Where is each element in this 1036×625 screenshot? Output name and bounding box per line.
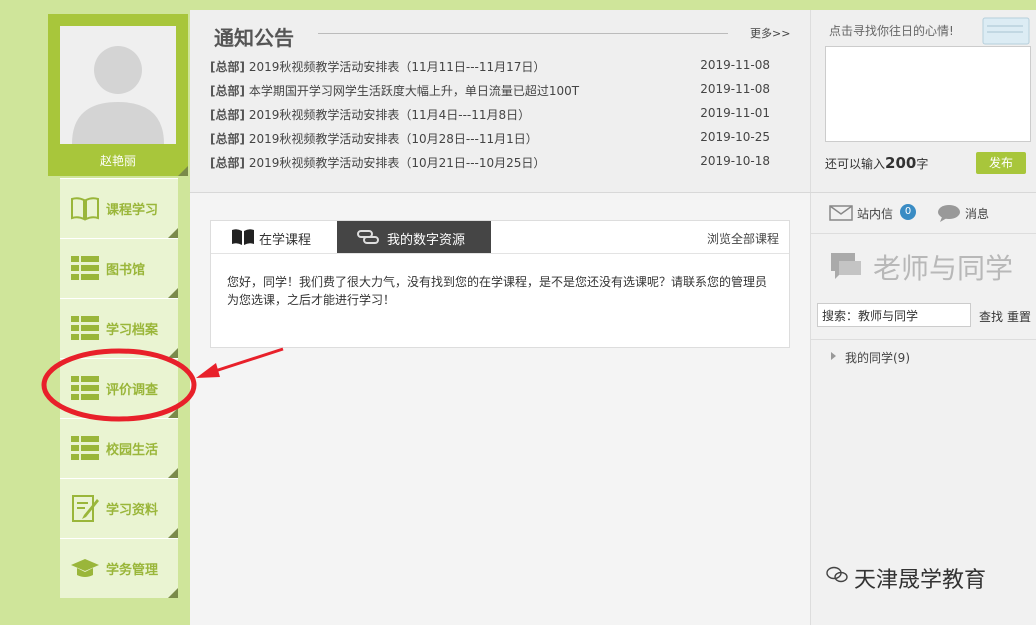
sidebar-item-label: 课程学习 bbox=[106, 203, 159, 218]
list-icon bbox=[71, 256, 99, 280]
search-input[interactable]: 搜索：教师与同学 bbox=[817, 303, 971, 327]
watermark-text: 天津晟学教育 bbox=[854, 568, 987, 593]
corner-decoration bbox=[168, 408, 178, 418]
sidebar-item-label: 校园生活 bbox=[106, 443, 159, 458]
divider bbox=[211, 253, 789, 254]
notice-text[interactable]: 2019秋视频教学活动安排表（11月4日---11月8日） bbox=[249, 108, 530, 122]
char-count: 还可以输入200字 bbox=[825, 154, 929, 172]
list-icon bbox=[71, 376, 99, 400]
notebook-icon bbox=[982, 17, 1030, 45]
sidebar-item-course[interactable]: 课程学习 bbox=[60, 178, 178, 238]
notice-tag: [总部] bbox=[210, 132, 245, 146]
chat-bubble-icon bbox=[938, 205, 960, 222]
notice-item[interactable]: [总部] 2019秋视频教学活动安排表（10月28日---11月1日） 2019… bbox=[210, 130, 790, 154]
notice-item[interactable]: [总部] 2019秋视频教学活动安排表（11月11日---11月17日） 201… bbox=[210, 58, 790, 82]
course-panel: 在学课程 我的数字资源 浏览全部课程 您好，同学！我们费了很大力气，没有找到您的… bbox=[210, 220, 790, 348]
corner-decoration bbox=[178, 166, 188, 176]
sidebar-item-label: 学习档案 bbox=[106, 323, 159, 338]
sidebar-item-library[interactable]: 图书馆 bbox=[60, 238, 178, 298]
notice-panel: 通知公告 更多>> [总部] 2019秋视频教学活动安排表（11月11日---1… bbox=[190, 10, 810, 192]
link-icon bbox=[357, 230, 379, 244]
notice-date: 2019-10-18 bbox=[700, 154, 770, 168]
notice-more-link[interactable]: 更多>> bbox=[750, 25, 790, 41]
course-empty-message: 您好，同学！我们费了很大力气，没有找到您的在学课程，是不是您还没有选课呢？请联系… bbox=[227, 275, 768, 307]
expand-arrow-icon[interactable] bbox=[831, 352, 836, 360]
corner-decoration bbox=[168, 228, 178, 238]
notice-text[interactable]: 2019秋视频教学活动安排表（11月11日---11月17日） bbox=[249, 60, 546, 74]
corner-decoration bbox=[168, 528, 178, 538]
notice-tag: [总部] bbox=[210, 108, 245, 122]
message-tab[interactable]: 消息 bbox=[965, 205, 989, 222]
mood-textarea[interactable] bbox=[825, 46, 1031, 142]
corner-decoration bbox=[168, 348, 178, 358]
notice-date: 2019-11-01 bbox=[700, 106, 770, 120]
reset-button[interactable]: 重置 bbox=[1007, 308, 1031, 325]
notice-item[interactable]: [总部] 本学期国开学习网学生活跃度大幅上升，单日流量已超过100T 2019-… bbox=[210, 82, 790, 106]
tab-label: 我的数字资源 bbox=[387, 233, 466, 248]
notice-text[interactable]: 本学期国开学习网学生活跃度大幅上升，单日流量已超过100T bbox=[249, 84, 579, 98]
sidebar-item-archive[interactable]: 学习档案 bbox=[60, 298, 178, 358]
notice-tag: [总部] bbox=[210, 60, 245, 74]
notice-date: 2019-11-08 bbox=[700, 82, 770, 96]
sidebar-item-label: 学习资料 bbox=[106, 503, 159, 518]
tab-current-courses[interactable]: 在学课程 bbox=[211, 221, 337, 253]
corner-decoration bbox=[168, 288, 178, 298]
notice-text[interactable]: 2019秋视频教学活动安排表（10月21日---10月25日） bbox=[249, 156, 546, 170]
wechat-icon bbox=[826, 566, 848, 583]
mood-hint[interactable]: 点击寻找你往日的心情! bbox=[829, 22, 954, 39]
user-name: 赵艳丽 bbox=[99, 154, 136, 168]
sidebar-item-survey[interactable]: 评价调查 bbox=[60, 358, 178, 418]
chat-icon bbox=[831, 253, 861, 279]
message-tabs: 站内信 0 消息 bbox=[811, 193, 1036, 234]
corner-decoration bbox=[168, 468, 178, 478]
sidebar-item-label: 图书馆 bbox=[106, 263, 146, 278]
graduation-cap-icon bbox=[71, 559, 99, 577]
divider bbox=[811, 339, 1036, 340]
sidebar-item-label: 学务管理 bbox=[106, 563, 159, 578]
list-icon bbox=[71, 316, 99, 340]
sidebar-item-label: 评价调查 bbox=[106, 383, 159, 398]
tab-digital-resources[interactable]: 我的数字资源 bbox=[337, 221, 491, 253]
browse-all-courses-link[interactable]: 浏览全部课程 bbox=[707, 230, 779, 247]
notice-tag: [总部] bbox=[210, 84, 245, 98]
notice-item[interactable]: [总部] 2019秋视频教学活动安排表（10月21日---10月25日） 201… bbox=[210, 154, 790, 178]
notice-title: 通知公告 bbox=[214, 26, 294, 50]
book-icon bbox=[71, 197, 99, 221]
sidebar-nav: 课程学习 图书馆 学习档案 评价调查 校园生活 学习资料 学务管理 bbox=[60, 178, 178, 598]
open-book-icon bbox=[232, 229, 254, 245]
notice-text[interactable]: 2019秋视频教学活动安排表（10月28日---11月1日） bbox=[249, 132, 538, 146]
avatar[interactable] bbox=[60, 26, 176, 144]
section-title: 老师与同学 bbox=[873, 252, 1014, 285]
tab-label: 在学课程 bbox=[259, 233, 312, 248]
divider bbox=[318, 33, 728, 34]
notice-date: 2019-11-08 bbox=[700, 58, 770, 72]
mail-count-badge: 0 bbox=[900, 204, 916, 220]
classmates-group[interactable]: 我的同学(9) bbox=[845, 349, 910, 366]
notice-item[interactable]: [总部] 2019秋视频教学活动安排表（11月4日---11月8日） 2019-… bbox=[210, 106, 790, 130]
mood-panel: 点击寻找你往日的心情! 还可以输入200字 发布 bbox=[810, 10, 1036, 192]
sidebar-item-academic-affairs[interactable]: 学务管理 bbox=[60, 538, 178, 598]
list-icon bbox=[71, 436, 99, 460]
user-card[interactable]: 赵艳丽 bbox=[48, 14, 188, 176]
publish-button[interactable]: 发布 bbox=[976, 152, 1026, 174]
mail-tab[interactable]: 站内信 bbox=[857, 205, 893, 222]
notice-tag: [总部] bbox=[210, 156, 245, 170]
right-sidebar: 站内信 0 消息 老师与同学 搜索：教师与同学 查找 重置 我的同学(9) bbox=[810, 193, 1036, 625]
notice-date: 2019-10-25 bbox=[700, 130, 770, 144]
mail-icon bbox=[829, 205, 853, 221]
avatar-placeholder-icon bbox=[72, 46, 164, 144]
edit-icon bbox=[72, 495, 99, 522]
sidebar-item-materials[interactable]: 学习资料 bbox=[60, 478, 178, 538]
sidebar-item-campus-life[interactable]: 校园生活 bbox=[60, 418, 178, 478]
find-button[interactable]: 查找 bbox=[979, 308, 1003, 325]
corner-decoration bbox=[168, 588, 178, 598]
